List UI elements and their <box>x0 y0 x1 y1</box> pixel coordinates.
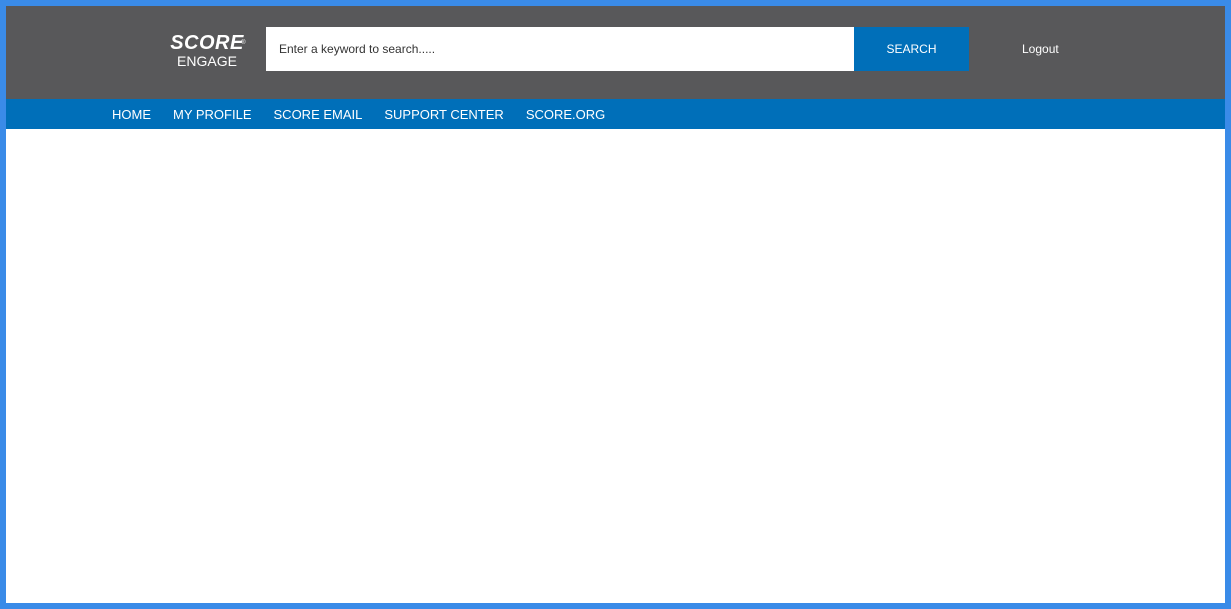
nav-item-score-org[interactable]: SCORE.ORG <box>526 107 605 122</box>
main-content-area <box>6 129 1225 603</box>
header-bar: SCORE® ENGAGE SEARCH Logout <box>6 6 1225 99</box>
score-engage-logo[interactable]: SCORE ® ENGAGE <box>164 33 250 71</box>
main-nav: HOME MY PROFILE SCORE EMAIL SUPPORT CENT… <box>6 99 1225 129</box>
logo-score-text: SCORE ® <box>170 32 246 54</box>
logo-engage-text: ENGAGE <box>177 53 237 69</box>
search-input[interactable] <box>266 27 854 71</box>
nav-item-home[interactable]: HOME <box>112 107 151 122</box>
page-frame: SCORE® ENGAGE SEARCH Logout HOME MY PROF… <box>6 6 1225 603</box>
nav-item-support-center[interactable]: SUPPORT CENTER <box>384 107 503 122</box>
nav-list: HOME MY PROFILE SCORE EMAIL SUPPORT CENT… <box>112 99 627 129</box>
registered-mark: ® <box>241 40 246 46</box>
search-button[interactable]: SEARCH <box>854 27 969 71</box>
nav-item-score-email[interactable]: SCORE EMAIL <box>274 107 363 122</box>
logout-link[interactable]: Logout <box>1022 42 1059 56</box>
nav-item-my-profile[interactable]: MY PROFILE <box>173 107 252 122</box>
